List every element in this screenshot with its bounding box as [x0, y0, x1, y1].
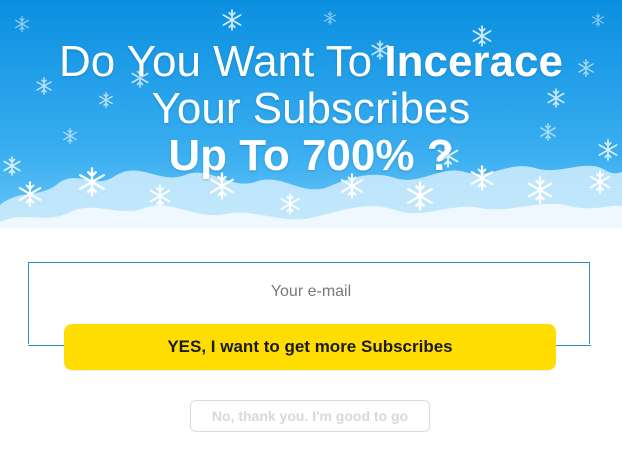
headline: Do You Want To Incerace Your Subscribes …: [0, 38, 622, 179]
headline-line-2: Your Subscribes: [151, 84, 471, 133]
email-input[interactable]: [29, 272, 593, 312]
headline-line-3-bold: Up To 700% ?: [168, 131, 454, 180]
decline-button[interactable]: No, thank you. I'm good to go: [190, 400, 430, 432]
headline-line-1-bold: Incerace: [384, 37, 563, 86]
headline-line-1: Do You Want To Incerace: [0, 38, 622, 85]
headline-line-1-regular: Do You Want To: [59, 37, 385, 86]
headline-line-3: Up To 700% ?: [0, 132, 622, 179]
frame-bottom-left-line: [28, 345, 64, 346]
subscribe-button[interactable]: YES, I want to get more Subscribes: [64, 324, 556, 370]
frame-bottom-right-line: [556, 345, 591, 346]
hero-banner: Do You Want To Incerace Your Subscribes …: [0, 0, 622, 255]
